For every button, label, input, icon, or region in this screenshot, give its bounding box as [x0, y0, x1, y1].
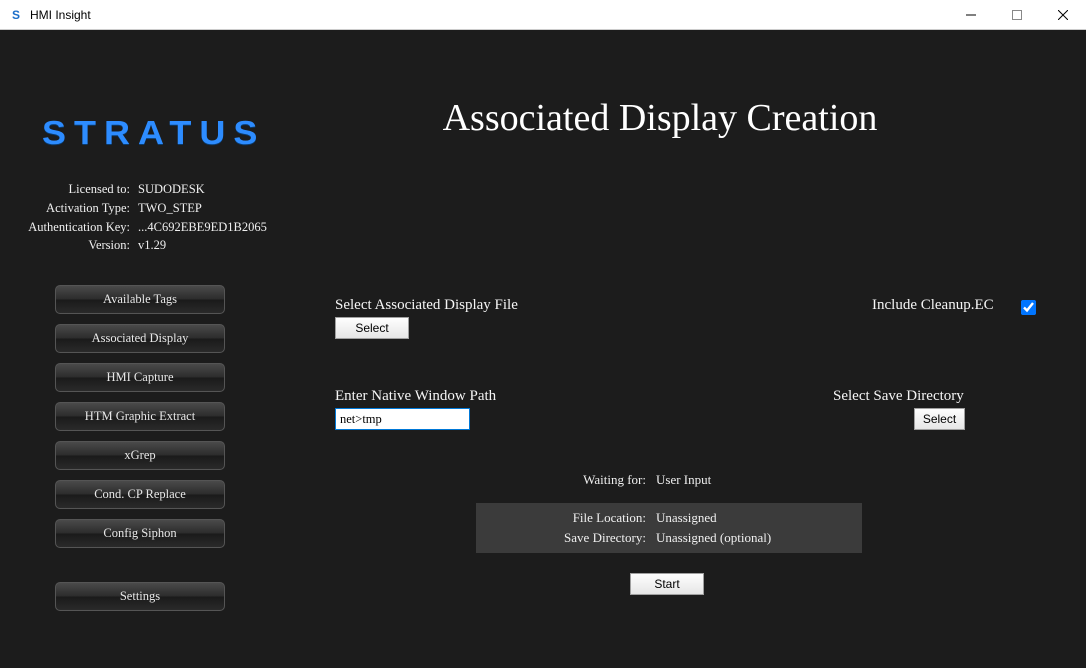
page-title: Associated Display Creation — [310, 96, 1010, 140]
license-row: Version: v1.29 — [28, 236, 278, 255]
sidebar-item-xgrep[interactable]: xGrep — [55, 441, 225, 470]
include-cleanup-label: Include Cleanup.EC — [872, 297, 994, 314]
license-info: Licensed to: SUDODESK Activation Type: T… — [28, 180, 278, 255]
brand-logo: STRATUS — [42, 114, 265, 153]
license-label: Licensed to: — [28, 180, 138, 199]
status-row: File Location: Unassigned — [476, 508, 862, 528]
close-button[interactable] — [1040, 0, 1086, 30]
license-value: ...4C692EBE9ED1B2065 — [138, 218, 267, 237]
app-body: STRATUS Licensed to: SUDODESK Activation… — [0, 30, 1086, 668]
minimize-button[interactable] — [948, 0, 994, 30]
waiting-value: User Input — [656, 472, 711, 488]
sidebar-item-available-tags[interactable]: Available Tags — [55, 285, 225, 314]
status-row: Save Directory: Unassigned (optional) — [476, 528, 862, 548]
license-label: Authentication Key: — [28, 218, 138, 237]
window-controls — [948, 0, 1086, 30]
start-button[interactable]: Start — [630, 573, 704, 595]
status-label: Save Directory: — [476, 528, 656, 548]
waiting-row: Waiting for: User Input — [476, 472, 862, 488]
app-icon: S — [8, 7, 24, 23]
include-cleanup-checkbox[interactable] — [1021, 300, 1036, 315]
license-value: SUDODESK — [138, 180, 205, 199]
sidebar-item-htm-graphic-extract[interactable]: HTM Graphic Extract — [55, 402, 225, 431]
select-display-file-button[interactable]: Select — [335, 317, 409, 339]
native-window-path-input[interactable] — [335, 408, 470, 430]
select-save-directory-button[interactable]: Select — [914, 408, 965, 430]
license-value: TWO_STEP — [138, 199, 202, 218]
license-value: v1.29 — [138, 236, 166, 255]
license-label: Version: — [28, 236, 138, 255]
status-box: File Location: Unassigned Save Directory… — [476, 503, 862, 553]
sidebar-item-cond-cp-replace[interactable]: Cond. CP Replace — [55, 480, 225, 509]
status-label: File Location: — [476, 508, 656, 528]
window-title: HMI Insight — [30, 8, 91, 22]
waiting-label: Waiting for: — [476, 472, 656, 488]
status-value: Unassigned (optional) — [656, 528, 771, 548]
sidebar-item-hmi-capture[interactable]: HMI Capture — [55, 363, 225, 392]
save-directory-label: Select Save Directory — [833, 388, 964, 405]
titlebar: S HMI Insight — [0, 0, 1086, 30]
license-row: Licensed to: SUDODESK — [28, 180, 278, 199]
sidebar-item-settings[interactable]: Settings — [55, 582, 225, 611]
maximize-button[interactable] — [994, 0, 1040, 30]
sidebar-item-associated-display[interactable]: Associated Display — [55, 324, 225, 353]
native-window-path-label: Enter Native Window Path — [335, 388, 496, 405]
sidebar-item-config-siphon[interactable]: Config Siphon — [55, 519, 225, 548]
license-row: Authentication Key: ...4C692EBE9ED1B2065 — [28, 218, 278, 237]
sidebar: Available Tags Associated Display HMI Ca… — [55, 285, 225, 621]
status-value: Unassigned — [656, 508, 717, 528]
license-label: Activation Type: — [28, 199, 138, 218]
license-row: Activation Type: TWO_STEP — [28, 199, 278, 218]
select-display-file-label: Select Associated Display File — [335, 297, 518, 314]
